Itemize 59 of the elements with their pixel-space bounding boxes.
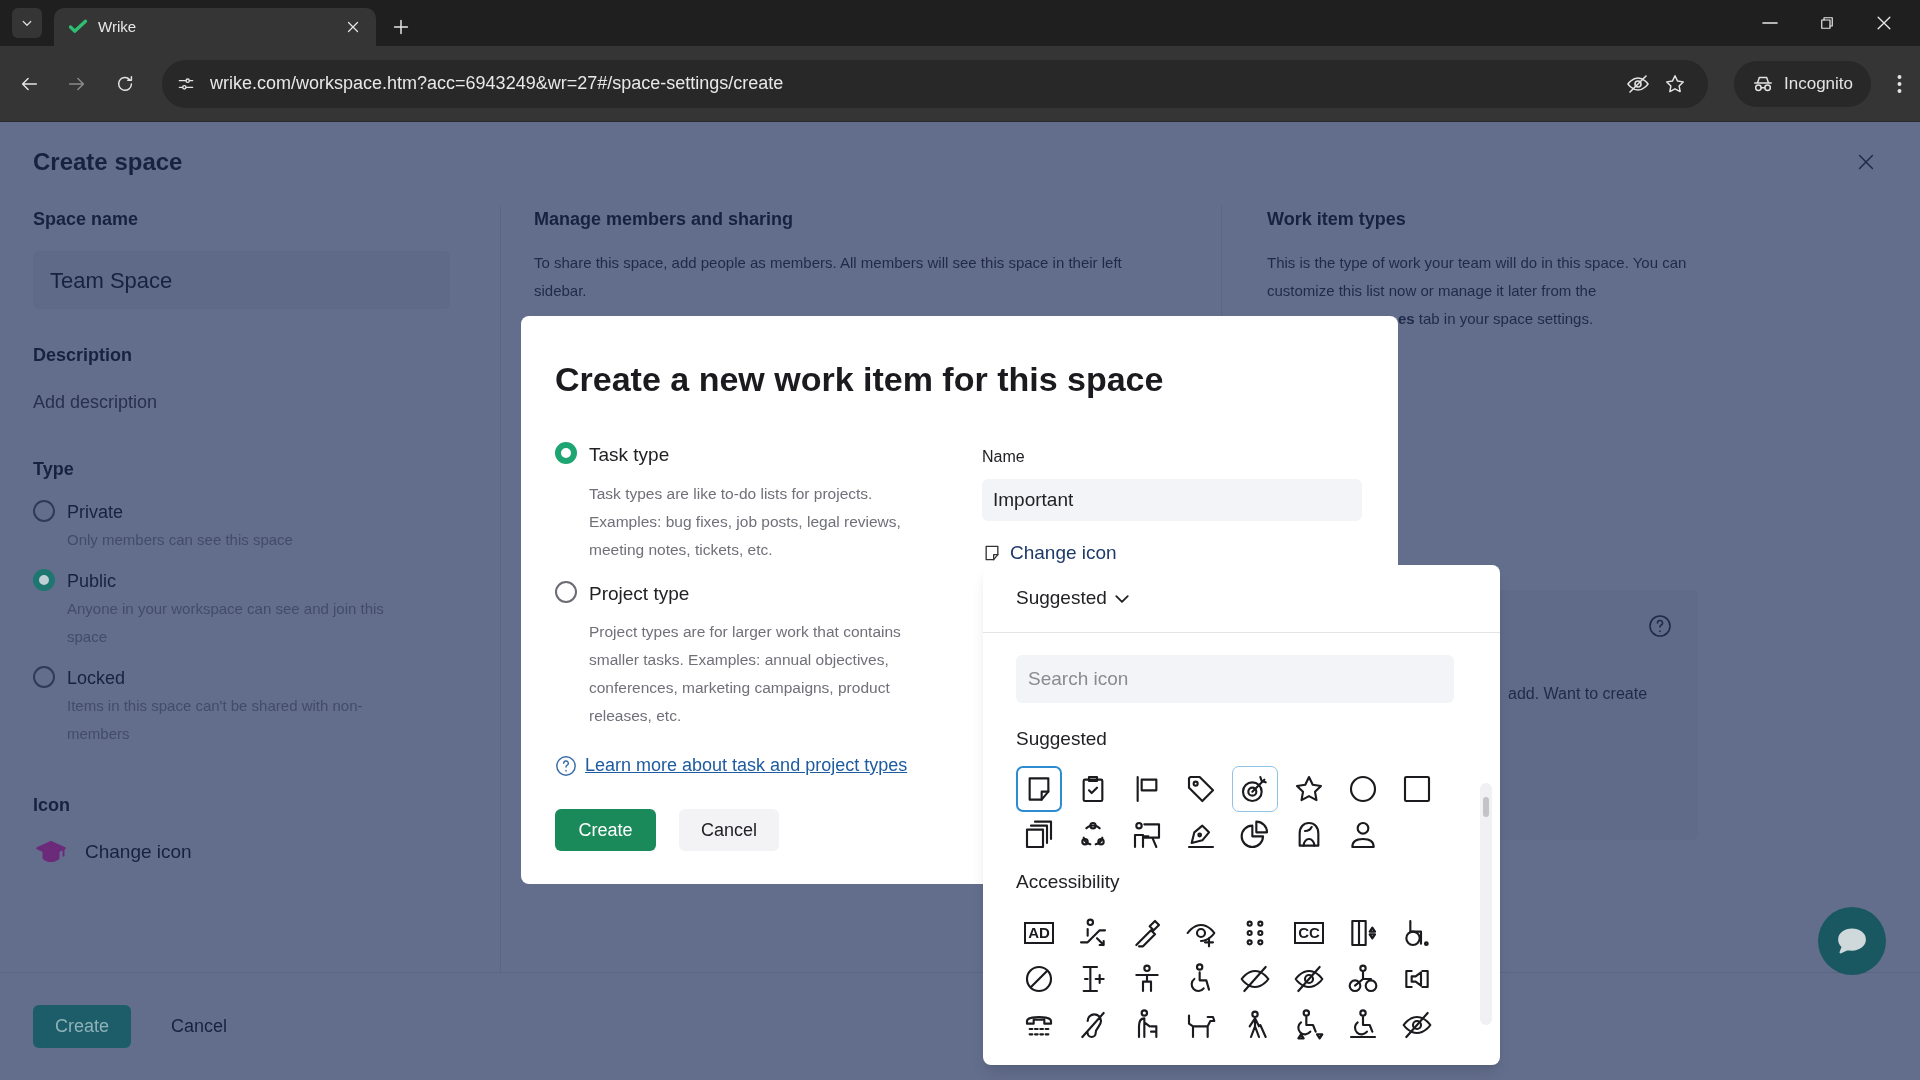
url-text: wrike.com/workspace.htm?acc=6943249&wr=27#/space-settings/create bbox=[210, 72, 785, 95]
radio-button[interactable] bbox=[33, 500, 55, 522]
wheelchair-ramp-icon bbox=[1347, 1009, 1379, 1041]
closed-captions-icon: CC bbox=[1294, 922, 1324, 944]
radio-button[interactable] bbox=[555, 580, 577, 603]
eye-slash-icon bbox=[1293, 963, 1325, 995]
help-icon bbox=[555, 754, 577, 777]
group-title: Suggested bbox=[1016, 727, 1108, 751]
option-description: Project types are for larger work that contains smaller tasks. Examples: annual objectives, conferences, marketing campaigns, product releases, etc. bbox=[589, 622, 902, 726]
address-bar[interactable]: wrike.com/workspace.htm?acc=6943249&wr=27#/space-settings/create bbox=[162, 59, 1708, 108]
chevron-down-icon bbox=[1114, 594, 1129, 603]
icon-option[interactable] bbox=[1232, 765, 1278, 812]
bookmark-star-icon bbox=[1664, 72, 1686, 95]
search-field[interactable]: Search icon bbox=[1016, 655, 1454, 703]
field-label: Space name bbox=[33, 208, 140, 231]
tab-list-icon bbox=[12, 8, 42, 38]
eye-slash-icon bbox=[1401, 1009, 1433, 1041]
menu-icon bbox=[1897, 72, 1902, 95]
stacked-squares-icon bbox=[1023, 818, 1055, 851]
section-title: Manage members and sharing bbox=[534, 208, 795, 231]
name-field[interactable]: Important bbox=[982, 479, 1362, 521]
escalator-icon bbox=[1077, 917, 1109, 949]
section-text: To share this space, add people as members. All members will see this space in their left sidebar. bbox=[534, 253, 1123, 301]
description-field[interactable]: Add description bbox=[33, 389, 450, 416]
field-label: Description bbox=[33, 344, 134, 367]
page-title: Create space bbox=[33, 147, 183, 177]
group-title: Accessibility bbox=[1016, 869, 1121, 894]
cancel-button[interactable]: Cancel bbox=[679, 809, 779, 851]
restore-icon bbox=[1818, 14, 1836, 32]
field-label: Type bbox=[33, 458, 75, 481]
icon-option[interactable]: CC bbox=[1286, 910, 1332, 956]
field-label: Name bbox=[982, 447, 1026, 467]
icon-option[interactable] bbox=[1016, 765, 1062, 812]
field-label: Icon bbox=[33, 794, 71, 817]
card-text: add. Want to create bbox=[1508, 684, 1648, 704]
category-dropdown[interactable]: Suggested bbox=[1016, 584, 1129, 613]
minimize-icon bbox=[1760, 21, 1780, 25]
section-title: Work item types bbox=[1267, 208, 1407, 231]
learn-more-link[interactable]: Learn more about task and project types bbox=[585, 752, 908, 779]
section-text: es tab in your space settings. bbox=[1398, 309, 1595, 329]
radio-label[interactable]: Task type bbox=[589, 441, 949, 470]
change-icon-link[interactable]: Change icon bbox=[1010, 539, 1117, 568]
create-button[interactable]: Create bbox=[555, 809, 656, 851]
help-icon bbox=[1648, 614, 1672, 638]
pie-chart-icon bbox=[1239, 818, 1271, 851]
tab-title: Wrike bbox=[98, 16, 138, 37]
radio-button[interactable] bbox=[555, 442, 577, 464]
icon-option[interactable]: AD bbox=[1016, 910, 1062, 956]
cyclist-icon bbox=[1347, 963, 1379, 995]
radio-label[interactable]: Project type bbox=[589, 579, 949, 608]
radio-button[interactable] bbox=[33, 666, 55, 688]
incognito-button[interactable]: Incognito bbox=[1734, 60, 1871, 107]
option-description: Task types are like to-do lists for projects. Examples: bug fixes, job posts, legal reviews, meeting notes, tickets, etc. bbox=[589, 483, 902, 560]
radio-button[interactable] bbox=[33, 569, 55, 591]
eye-slash-icon bbox=[1239, 963, 1271, 995]
dialog-title: Create a new work item for this space bbox=[555, 359, 1165, 400]
prohibited-icon bbox=[1023, 963, 1055, 995]
audio-description-icon: AD bbox=[1024, 922, 1054, 944]
browser-tab[interactable]: Wrike bbox=[54, 8, 376, 46]
